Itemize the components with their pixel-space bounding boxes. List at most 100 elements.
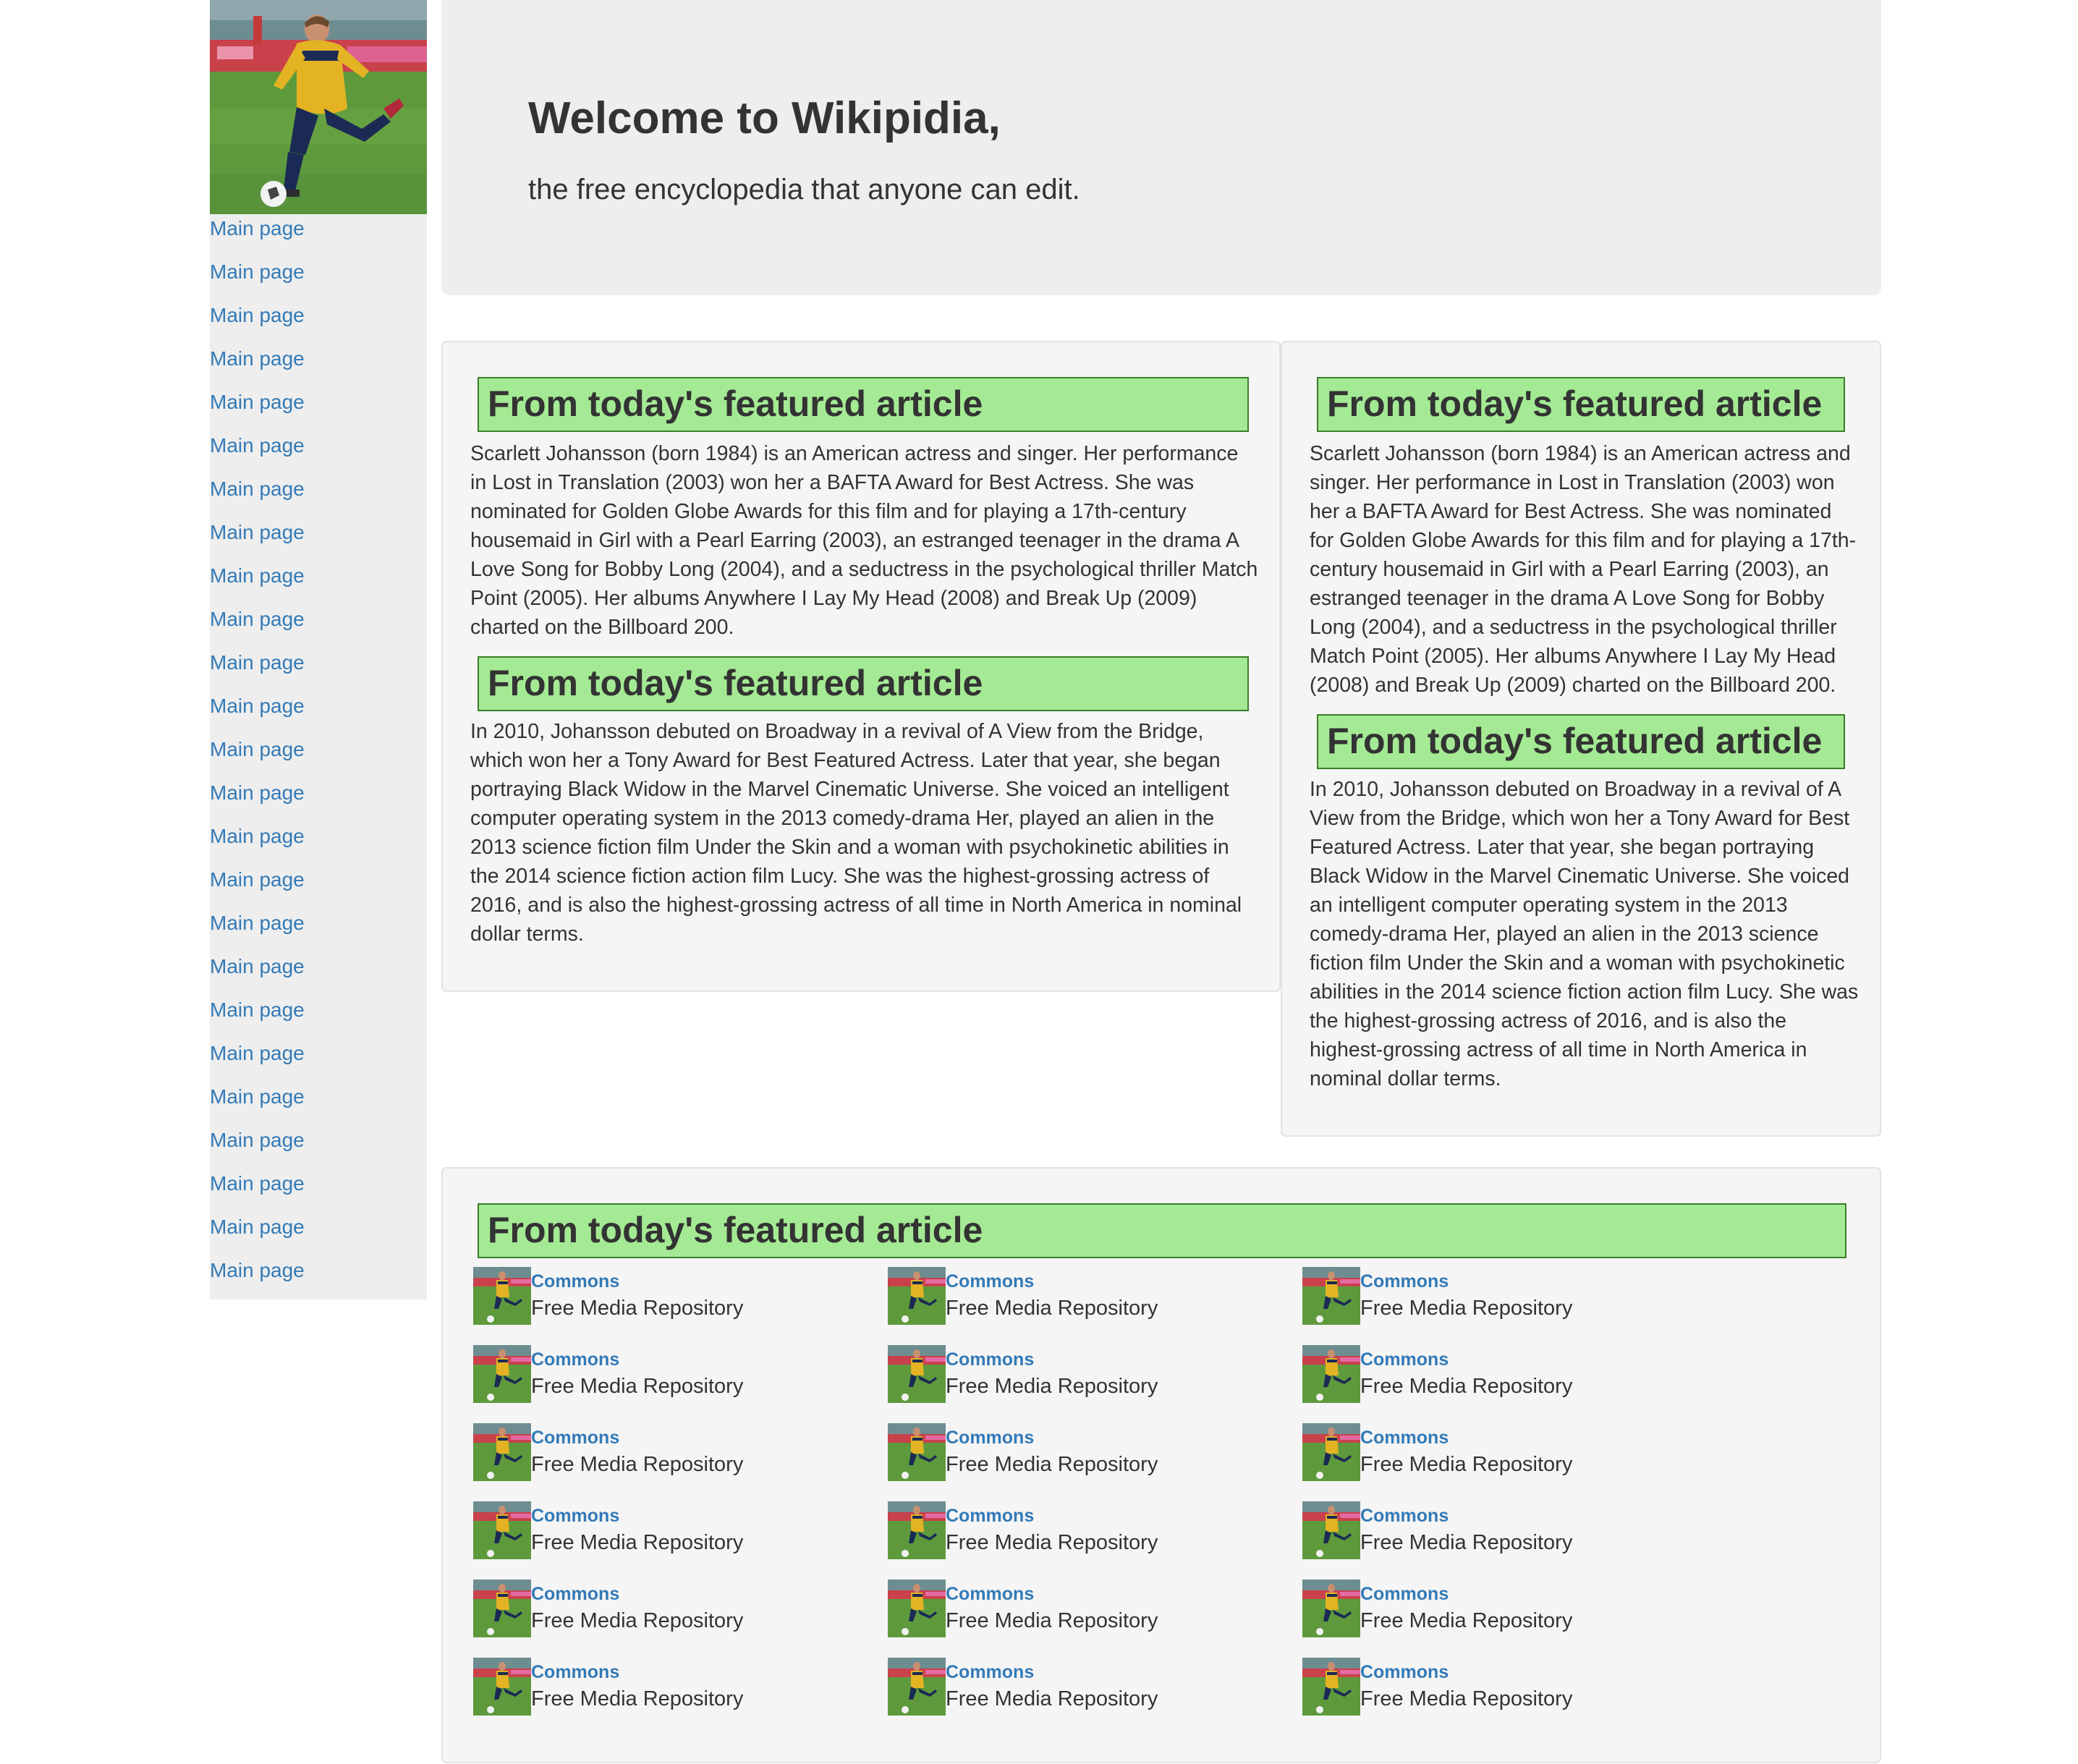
commons-link[interactable]: Commons [946, 1425, 1158, 1451]
commons-thumbnail-image[interactable] [1302, 1267, 1360, 1325]
sidebar-main-page-link[interactable]: Main page [210, 735, 427, 764]
commons-thumbnail-image[interactable] [1302, 1423, 1360, 1481]
commons-description: Free Media Repository [531, 1687, 744, 1710]
commons-link[interactable]: Commons [531, 1503, 743, 1529]
tile-text: Commons Free Media Repository [946, 1501, 1158, 1556]
commons-thumbnail-image[interactable] [473, 1658, 531, 1716]
commons-description: Free Media Repository [1360, 1297, 1573, 1320]
commons-thumbnail-image[interactable] [888, 1501, 946, 1559]
sidebar-main-page-link[interactable]: Main page [210, 1082, 427, 1111]
sidebar-main-page-link[interactable]: Main page [210, 692, 427, 721]
sidebar-item: Main page [210, 735, 427, 779]
sidebar-item: Main page [210, 822, 427, 865]
commons-link[interactable]: Commons [1360, 1659, 1572, 1685]
commons-description: Free Media Repository [1360, 1609, 1573, 1632]
commons-thumbnail-image[interactable] [1302, 1579, 1360, 1637]
sister-project-tile: Commons Free Media Repository [888, 1658, 1302, 1716]
commons-link[interactable]: Commons [1360, 1268, 1572, 1294]
commons-thumbnail-image[interactable] [1302, 1345, 1360, 1403]
commons-link[interactable]: Commons [531, 1347, 743, 1373]
sidebar-nav: Main page Main page Main page Main page Main… [210, 214, 427, 1299]
commons-description: Free Media Repository [531, 1453, 744, 1476]
sister-project-tile: Commons Free Media Repository [473, 1267, 888, 1325]
sidebar-main-page-link[interactable]: Main page [210, 388, 427, 417]
commons-thumbnail-image[interactable] [888, 1345, 946, 1403]
tile-text: Commons Free Media Repository [531, 1267, 743, 1322]
commons-thumbnail-image[interactable] [473, 1423, 531, 1481]
sidebar-item: Main page [210, 1039, 427, 1082]
commons-link[interactable]: Commons [1360, 1503, 1572, 1529]
soccer-player-photo [210, 0, 427, 214]
sister-project-tile: Commons Free Media Repository [473, 1579, 888, 1637]
commons-thumbnail-image[interactable] [473, 1267, 531, 1325]
commons-thumbnail-image[interactable] [1302, 1658, 1360, 1716]
sidebar-main-page-link[interactable]: Main page [210, 1213, 427, 1242]
sidebar-main-page-link[interactable]: Main page [210, 518, 427, 547]
commons-thumbnail-image[interactable] [1302, 1501, 1360, 1559]
tile-text: Commons Free Media Repository [1360, 1267, 1572, 1322]
commons-thumbnail-image[interactable] [888, 1423, 946, 1481]
sidebar-main-page-link[interactable]: Main page [210, 648, 427, 677]
sidebar-main-page-link[interactable]: Main page [210, 1039, 427, 1068]
commons-description: Free Media Repository [946, 1531, 1158, 1554]
commons-description: Free Media Repository [946, 1297, 1158, 1320]
sister-project-tile: Commons Free Media Repository [473, 1423, 888, 1481]
commons-description: Free Media Repository [946, 1609, 1158, 1632]
sidebar-main-page-link[interactable]: Main page [210, 952, 427, 981]
commons-link[interactable]: Commons [946, 1503, 1158, 1529]
sidebar-main-page-link[interactable]: Main page [210, 561, 427, 590]
sidebar-main-page-link[interactable]: Main page [210, 214, 427, 243]
sidebar-main-page-link[interactable]: Main page [210, 475, 427, 504]
tile-text: Commons Free Media Repository [946, 1423, 1158, 1478]
sister-project-tile: Commons Free Media Repository [1302, 1501, 1717, 1559]
sidebar-main-page-link[interactable]: Main page [210, 779, 427, 807]
featured-article-text: In 2010, Johansson debuted on Broadway i… [1310, 778, 1859, 1090]
sidebar-item: Main page [210, 518, 427, 561]
commons-link[interactable]: Commons [531, 1268, 743, 1294]
sidebar-main-page-link[interactable]: Main page [210, 1256, 427, 1285]
tile-text: Commons Free Media Repository [946, 1345, 1158, 1400]
sidebar-main-page-link[interactable]: Main page [210, 822, 427, 851]
commons-link[interactable]: Commons [1360, 1581, 1572, 1607]
tile-text: Commons Free Media Repository [1360, 1579, 1572, 1634]
commons-link[interactable]: Commons [946, 1659, 1158, 1685]
commons-link[interactable]: Commons [946, 1347, 1158, 1373]
commons-description: Free Media Repository [1360, 1375, 1573, 1398]
sidebar-main-page-link[interactable]: Main page [210, 431, 427, 460]
featured-article-heading: From today's featured article [1317, 714, 1845, 769]
commons-link[interactable]: Commons [531, 1425, 743, 1451]
sidebar-main-page-link[interactable]: Main page [210, 996, 427, 1025]
tile-text: Commons Free Media Repository [1360, 1658, 1572, 1713]
sidebar-main-page-link[interactable]: Main page [210, 301, 427, 330]
sidebar-item: Main page [210, 952, 427, 996]
featured-article-text: In 2010, Johansson debuted on Broadway i… [470, 720, 1242, 946]
commons-thumbnail-image[interactable] [888, 1579, 946, 1637]
commons-thumbnail-image[interactable] [473, 1345, 531, 1403]
sidebar-main-page-link[interactable]: Main page [210, 258, 427, 287]
commons-link[interactable]: Commons [1360, 1347, 1572, 1373]
commons-link[interactable]: Commons [531, 1581, 743, 1607]
sidebar-main-page-link[interactable]: Main page [210, 344, 427, 373]
commons-description: Free Media Repository [531, 1609, 744, 1632]
sidebar-main-page-link[interactable]: Main page [210, 865, 427, 894]
welcome-subtitle: the free encyclopedia that anyone can ed… [528, 174, 1080, 205]
sidebar-main-page-link[interactable]: Main page [210, 909, 427, 938]
sister-project-tile: Commons Free Media Repository [888, 1267, 1302, 1325]
commons-description: Free Media Repository [946, 1375, 1158, 1398]
commons-thumbnail-image[interactable] [473, 1501, 531, 1559]
commons-thumbnail-image[interactable] [888, 1267, 946, 1325]
sidebar-main-page-link[interactable]: Main page [210, 605, 427, 634]
sidebar-main-page-link[interactable]: Main page [210, 1169, 427, 1198]
commons-link[interactable]: Commons [1360, 1425, 1572, 1451]
sidebar-main-page-link[interactable]: Main page [210, 1126, 427, 1155]
commons-link[interactable]: Commons [946, 1268, 1158, 1294]
sidebar-item: Main page [210, 1169, 427, 1213]
sidebar-logo-image[interactable] [210, 0, 427, 214]
featured-article-heading: From today's featured article [478, 377, 1249, 432]
commons-link[interactable]: Commons [946, 1581, 1158, 1607]
sidebar-item: Main page [210, 692, 427, 735]
commons-thumbnail-image[interactable] [473, 1579, 531, 1637]
sister-project-tile: Commons Free Media Repository [1302, 1345, 1717, 1403]
commons-link[interactable]: Commons [531, 1659, 743, 1685]
commons-thumbnail-image[interactable] [888, 1658, 946, 1716]
